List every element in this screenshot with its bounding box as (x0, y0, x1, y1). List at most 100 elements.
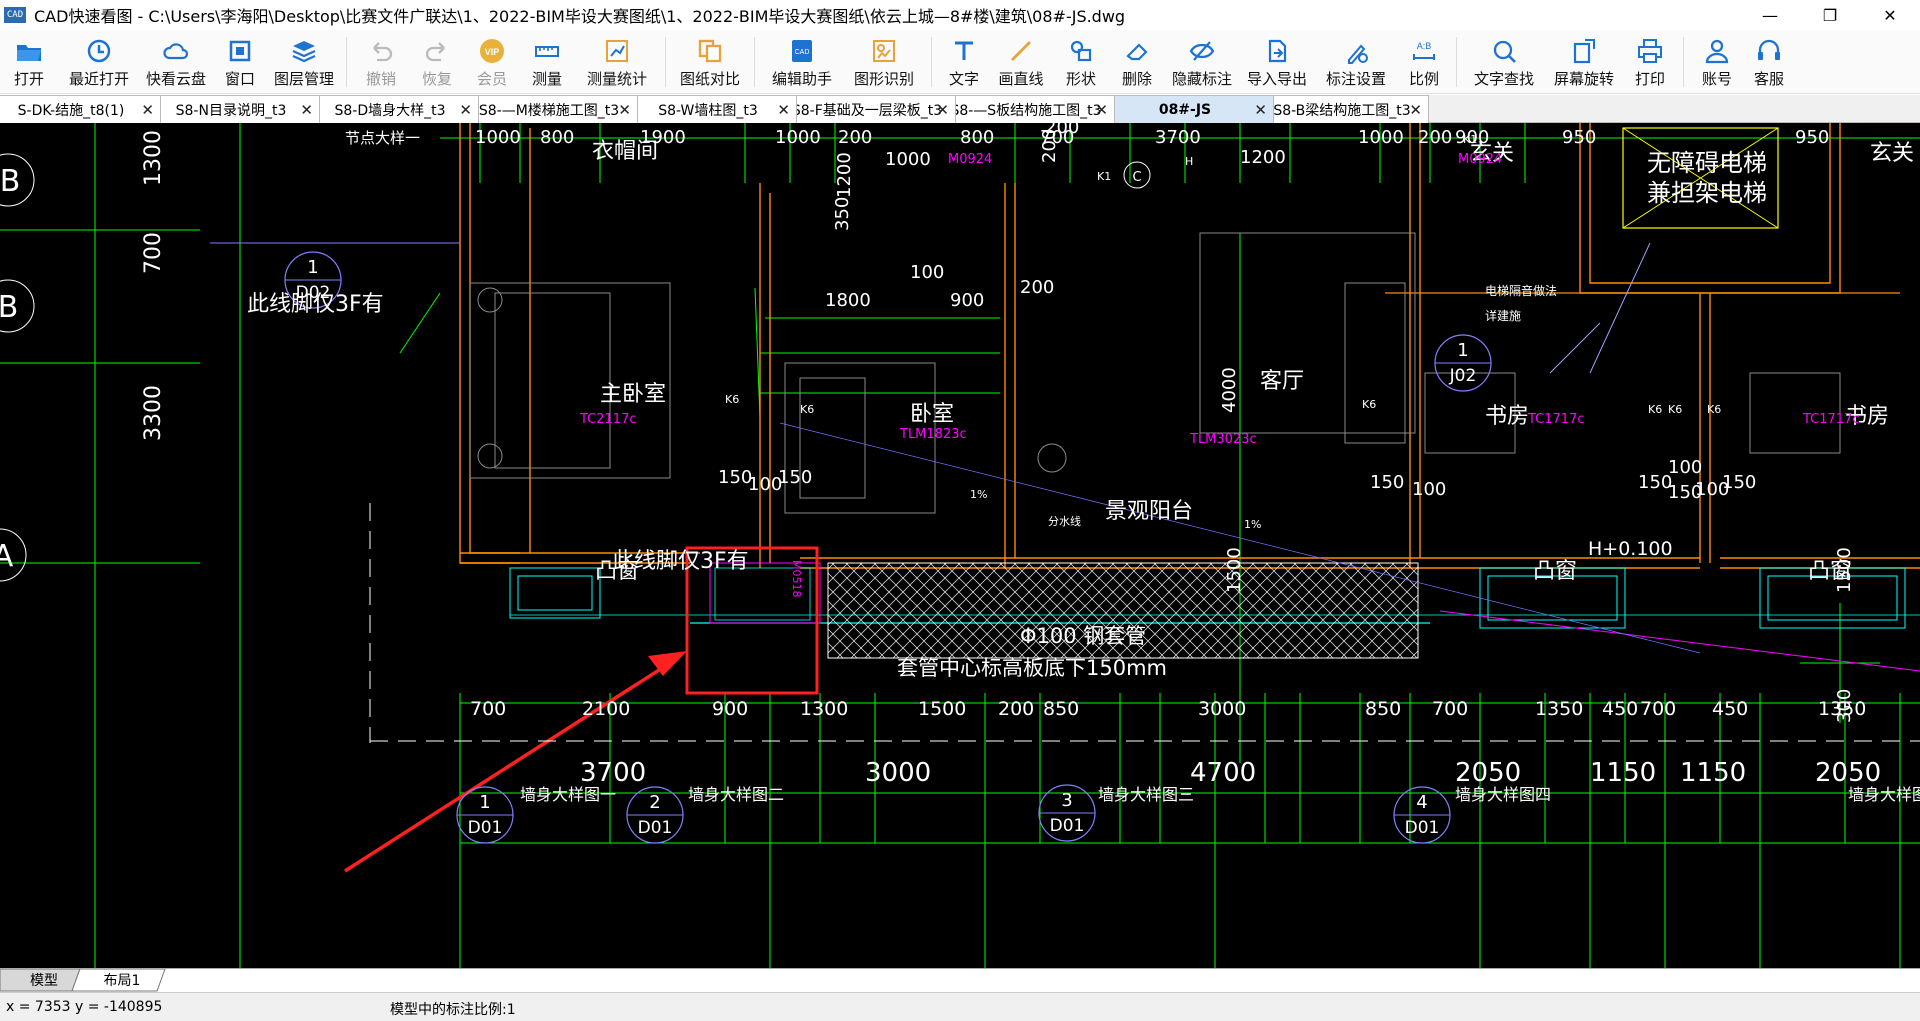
tab-close-icon[interactable]: ✕ (141, 101, 154, 119)
toolbar-button-open-folder[interactable]: 打开 (0, 30, 58, 94)
tag-label: TLM1823c (899, 427, 967, 442)
toolbar-button-account[interactable]: 账号 (1690, 30, 1744, 94)
document-tab[interactable]: S8-B梁结构施工图_t3 ✕ (1273, 95, 1429, 123)
cad-viewer-window: CAD CAD快速看图 - C:\Users\李海阳\Desktop\比赛文件广… (0, 0, 1920, 1021)
toolbar-button-import-export[interactable]: 导入导出 (1240, 30, 1314, 94)
toolbar-button-undo[interactable]: 撤销 (353, 30, 409, 94)
toolbar-button-rotate[interactable]: 屏幕旋转 (1545, 30, 1623, 94)
toolbar-button-ruler[interactable]: 测量 (519, 30, 575, 94)
tab-close-icon[interactable]: ✕ (618, 101, 631, 119)
toolbar-button-label: 删除 (1121, 70, 1152, 88)
tab-close-icon[interactable]: ✕ (1095, 101, 1108, 119)
tag-label: K1 (1097, 170, 1111, 183)
callout-sheet: D02 (296, 283, 331, 303)
ruler-icon (535, 46, 559, 57)
recent-clock-icon (87, 39, 111, 63)
dimension-text: 800 (540, 127, 574, 148)
layout-tab-layout1[interactable]: 布局1 (92, 969, 152, 991)
title-bar: CAD CAD快速看图 - C:\Users\李海阳\Desktop\比赛文件广… (0, 0, 1920, 30)
toolbar-button-edit-assistant[interactable]: CAD 编辑助手 (761, 30, 843, 94)
toolbar-button-label: 图层管理 (273, 70, 334, 88)
document-tab[interactable]: S8-F基础及一层梁板_t3 ✕ (796, 95, 956, 123)
toolbar-button-text[interactable]: 文字 (938, 30, 990, 94)
dimension-text: 700 (1640, 698, 1676, 720)
toolbar-button-shape[interactable]: 形状 (1052, 30, 1110, 94)
note-label: 详建施 (1485, 308, 1521, 323)
toolbar-button-shape-recognize[interactable]: 图形识别 (843, 30, 925, 94)
callout-sheet: J02 (1449, 366, 1477, 386)
document-tab[interactable]: S8-W墙柱图_t3 ✕ (637, 95, 797, 123)
tag-label: TC1717c (1802, 412, 1860, 427)
toolbar-button-label: 打开 (13, 70, 44, 88)
document-tab[interactable]: S8-D墙身大样_t3 ✕ (319, 95, 479, 123)
tab-close-icon[interactable]: ✕ (936, 101, 949, 119)
toolbar-separator (931, 37, 932, 87)
tag-label: 1% (970, 488, 987, 501)
dimension-text: 1200 (1240, 147, 1286, 168)
dimension-text: 200 (1045, 123, 1079, 138)
tab-close-icon[interactable]: ✕ (1254, 101, 1267, 119)
dimension-text: 3300 (141, 385, 166, 441)
minimize-button[interactable]: — (1740, 0, 1800, 30)
dimension-text: 450 (1602, 698, 1638, 720)
toolbar-button-vip[interactable]: VIP 会员 (465, 30, 519, 94)
toolbar-button-label: 编辑助手 (771, 70, 832, 88)
document-tab[interactable]: S8-—M楼梯施工图_t3 ✕ (478, 95, 638, 123)
dimension-text: 1300 (800, 698, 848, 720)
toolbar-button-recent-clock[interactable]: 最近打开 (58, 30, 140, 94)
document-tab[interactable]: 08#-JS ✕ (1114, 95, 1274, 123)
document-tab[interactable]: S-DK-结施_t8(1) ✕ (0, 95, 161, 123)
document-tab[interactable]: S8-—S板结构施工图_t3 ✕ (955, 95, 1115, 123)
app-logo-icon: CAD (4, 7, 26, 23)
toolbar-button-hide-eye[interactable]: 隐藏标注 (1164, 30, 1240, 94)
toolbar-button-measure-stats[interactable]: 测量统计 (575, 30, 659, 94)
dimension-text: 150 (1722, 472, 1756, 493)
tab-close-icon[interactable]: ✕ (1409, 101, 1422, 119)
toolbar-button-cloud[interactable]: 快看云盘 (140, 30, 212, 94)
document-tab[interactable]: S8-N目录说明_t3 ✕ (160, 95, 320, 123)
room-label: 卧室 (910, 402, 954, 427)
tag-label: K6 (1668, 403, 1682, 416)
headset-icon (1758, 39, 1780, 60)
maximize-button[interactable]: ❐ (1800, 0, 1860, 30)
toolbar-button-layers[interactable]: 图层管理 (268, 30, 340, 94)
toolbar-button-eraser[interactable]: 删除 (1110, 30, 1164, 94)
drawing-line (399, 292, 441, 354)
tag-label: K6 (1648, 403, 1662, 416)
drawing-line (1589, 242, 1651, 374)
vip-icon: VIP (480, 39, 504, 63)
dimension-text: 1350 (1535, 698, 1583, 720)
window-title: CAD快速看图 - C:\Users\李海阳\Desktop\比赛文件广联达\1… (34, 7, 1126, 26)
toolbar-button-redo[interactable]: 恢复 (409, 30, 465, 94)
dimension-text: 100 (1668, 457, 1702, 478)
toolbar-button-window[interactable]: 窗口 (212, 30, 268, 94)
close-button[interactable]: ✕ (1860, 0, 1920, 30)
toolbar-button-label: 图纸对比 (679, 70, 740, 88)
toolbar-button-compare[interactable]: 图纸对比 (672, 30, 748, 94)
toolbar-button-headset[interactable]: 客服 (1744, 30, 1794, 94)
drawing-canvas[interactable]: B B A 衣帽间 主卧室 卧室 客厅 书房 书房 玄关 玄关 凸窗 凸窗 凸窗 景观阳台 无障碍电梯 兼担架电… (0, 123, 1920, 968)
redo-icon (425, 42, 445, 62)
toolbar-button-line[interactable]: 画直线 (990, 30, 1052, 94)
layout-tab-model[interactable]: 模型 (14, 969, 74, 991)
tab-close-icon[interactable]: ✕ (777, 101, 790, 119)
toolbar-button-annotation-settings[interactable]: 标注设置 (1314, 30, 1398, 94)
note-label: 此线脚仅3F有 (612, 549, 749, 574)
toolbar-separator (665, 37, 666, 87)
dimension-text: 1000 (775, 127, 821, 148)
toolbar-button-text-search[interactable]: 文字查找 (1463, 30, 1545, 94)
callout-number: 4 (1416, 792, 1427, 813)
dimension-text: 1300 (141, 130, 166, 186)
tag-label: M0518 (790, 560, 803, 598)
tab-close-icon[interactable]: ✕ (300, 101, 313, 119)
toolbar-button-scale[interactable]: A:B 比例 (1398, 30, 1450, 94)
tab-close-icon[interactable]: ✕ (459, 101, 472, 119)
dimension-text: 4700 (1190, 758, 1256, 788)
toolbar-button-label: 屏幕旋转 (1553, 70, 1614, 88)
toolbar-button-print[interactable]: 打印 (1623, 30, 1677, 94)
callout-title: 墙身大样图三 (1098, 785, 1194, 804)
dimension-text: 350 (832, 197, 853, 231)
dimension-text: 850 (1043, 698, 1079, 720)
cad-drawing[interactable]: BBA衣帽间主卧室卧室客厅书房 书房玄关 玄关凸窗 凸窗 凸窗景观阳台无障碍电梯兼担架电… (0, 123, 1920, 968)
tag-label: K6 (725, 393, 739, 406)
